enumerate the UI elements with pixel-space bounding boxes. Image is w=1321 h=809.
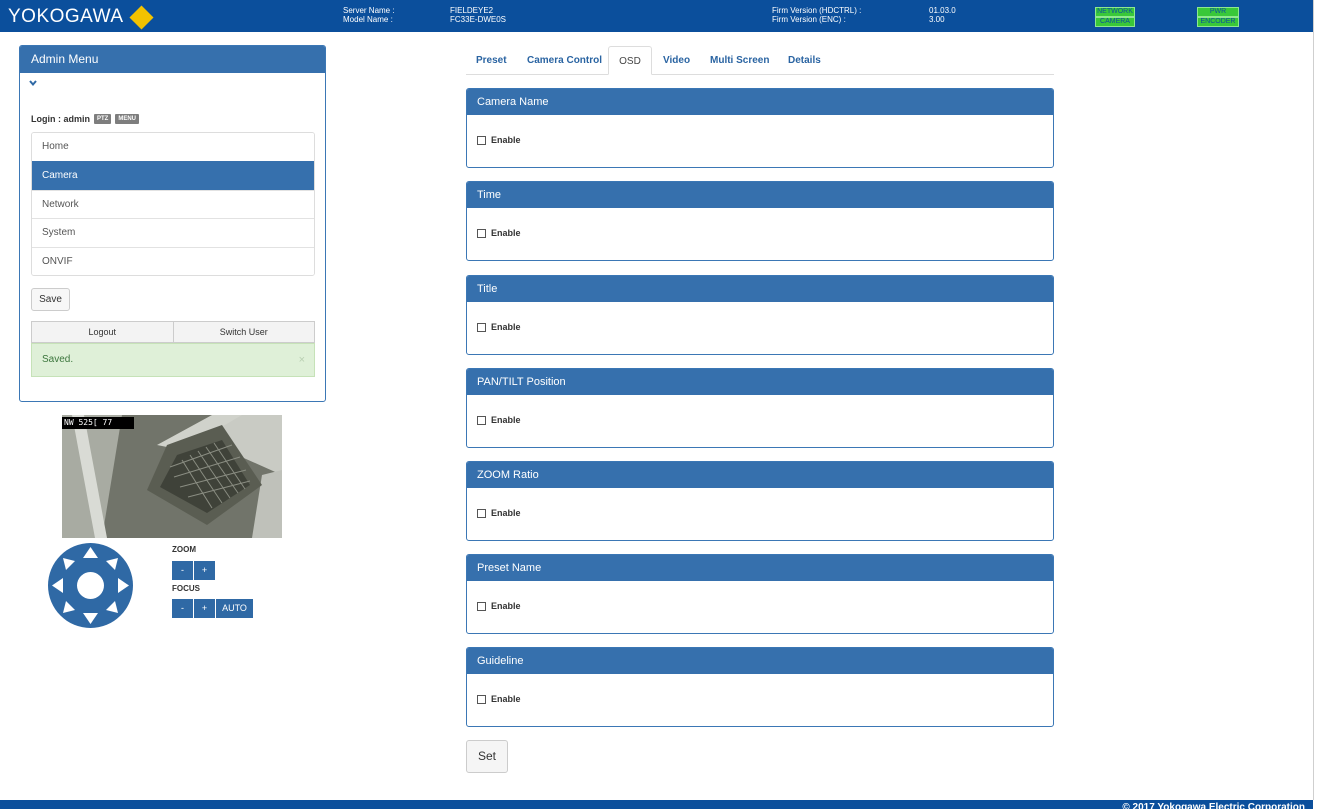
section-pan-tilt-position: PAN/TILT Position Enable — [466, 368, 1054, 448]
tab-preset[interactable]: Preset — [476, 46, 507, 75]
enable-checkbox-row[interactable]: Enable — [477, 322, 521, 332]
section-time: Time Enable — [466, 181, 1054, 261]
enable-label: Enable — [491, 228, 521, 238]
admin-save-button[interactable]: Save — [31, 288, 70, 311]
enable-checkbox[interactable] — [477, 694, 486, 704]
section-title: Guideline — [467, 648, 1053, 674]
nav-item-camera[interactable]: Camera — [32, 161, 314, 190]
alert-message: Saved. — [42, 354, 74, 365]
enable-checkbox[interactable] — [477, 322, 486, 332]
zoom-in-button[interactable]: + — [194, 561, 215, 580]
admin-nav-list: Home Camera Network System ONVIF — [31, 132, 315, 276]
enable-checkbox[interactable] — [477, 601, 486, 611]
alert-close-icon[interactable]: × — [299, 344, 305, 376]
enable-checkbox-row[interactable]: Enable — [477, 601, 521, 611]
arrow-down-icon[interactable] — [83, 613, 98, 624]
enable-checkbox-row[interactable]: Enable — [477, 508, 521, 518]
logout-button[interactable]: Logout — [31, 321, 174, 343]
enable-checkbox[interactable] — [477, 415, 486, 425]
admin-menu-title: Admin Menu — [20, 46, 325, 73]
copyright-text: © 2017 Yokogawa Electric Corporation — [1122, 802, 1305, 809]
zoom-out-button[interactable]: - — [172, 561, 193, 580]
tab-osd[interactable]: OSD — [608, 46, 652, 75]
arrow-right-icon[interactable] — [118, 578, 129, 593]
model-name-label: Model Name : — [343, 15, 393, 24]
section-title: Time — [467, 182, 1053, 208]
section-zoom-ratio: ZOOM Ratio Enable — [466, 461, 1054, 541]
status-badge-camera: CAMERA — [1095, 17, 1135, 27]
firm-enc-value: 3.00 — [929, 15, 945, 24]
status-badge-pwr: PWR — [1197, 7, 1239, 17]
ptz-mode-button[interactable]: PTZ — [94, 114, 112, 124]
enable-label: Enable — [491, 322, 521, 332]
focus-label: FOCUS — [172, 584, 200, 593]
status-badge-network: NETWORK — [1095, 7, 1135, 17]
enable-checkbox-row[interactable]: Enable — [477, 694, 521, 704]
section-title: PAN/TILT Position — [467, 369, 1053, 395]
logo-diamond-icon — [129, 4, 154, 30]
nav-item-home[interactable]: Home — [32, 133, 314, 162]
enable-label: Enable — [491, 601, 521, 611]
arrow-down-right-icon[interactable] — [106, 601, 118, 613]
arrow-down-left-icon[interactable] — [63, 601, 75, 613]
nav-item-system[interactable]: System — [32, 218, 314, 247]
enable-label: Enable — [491, 508, 521, 518]
tab-camera-control[interactable]: Camera Control — [527, 46, 602, 75]
firm-enc-label: Firm Version (ENC) : — [772, 15, 846, 24]
status-badge-encoder: ENCODER — [1197, 17, 1239, 27]
camera-settings-tabs: Preset Camera Control OSD Video Multi Sc… — [466, 46, 1054, 75]
section-title: Title — [467, 276, 1053, 302]
enable-checkbox[interactable] — [477, 508, 486, 518]
camera-live-view[interactable]: NW 525[ 77 — [62, 415, 282, 538]
arrow-left-icon[interactable] — [52, 578, 63, 593]
enable-checkbox[interactable] — [477, 228, 486, 238]
focus-near-button[interactable]: - — [172, 599, 193, 618]
section-title: ZOOM Ratio — [467, 462, 1053, 488]
account-buttons: Logout Switch User — [31, 321, 315, 343]
ptz-direction-pad[interactable] — [48, 543, 133, 628]
saved-alert: Saved. × — [31, 343, 315, 377]
nav-item-network[interactable]: Network — [32, 189, 314, 219]
camera-osd-text: NW 525[ 77 — [62, 417, 134, 429]
camera-image — [62, 415, 282, 538]
enable-checkbox[interactable] — [477, 135, 486, 145]
section-guideline: Guideline Enable — [466, 647, 1054, 727]
section-title-osd: Title Enable — [466, 275, 1054, 355]
chevron-down-icon[interactable] — [29, 79, 37, 87]
tab-video[interactable]: Video — [663, 46, 690, 75]
arrow-up-right-icon[interactable] — [106, 558, 118, 570]
enable-checkbox-row[interactable]: Enable — [477, 228, 521, 238]
enable-label: Enable — [491, 135, 521, 145]
set-button[interactable]: Set — [466, 740, 508, 773]
enable-label: Enable — [491, 694, 521, 704]
focus-auto-button[interactable]: AUTO — [216, 599, 253, 618]
nav-item-onvif[interactable]: ONVIF — [32, 246, 314, 275]
section-title: Camera Name — [467, 89, 1053, 115]
switch-user-button[interactable]: Switch User — [173, 321, 315, 343]
enable-checkbox-row[interactable]: Enable — [477, 135, 521, 145]
enable-checkbox-row[interactable]: Enable — [477, 415, 521, 425]
tab-multi-screen[interactable]: Multi Screen — [710, 46, 769, 75]
section-preset-name: Preset Name Enable — [466, 554, 1054, 634]
focus-far-button[interactable]: + — [194, 599, 215, 618]
arrow-up-icon[interactable] — [83, 547, 98, 558]
tab-details[interactable]: Details — [788, 46, 821, 75]
zoom-label: ZOOM — [172, 545, 196, 554]
yokogawa-logo: YOKOGAWA — [8, 4, 154, 30]
admin-menu-panel: Admin Menu Login : admin PTZ MENU Home C… — [19, 45, 326, 402]
menu-mode-button[interactable]: MENU — [115, 114, 140, 124]
top-header: YOKOGAWA Server Name : Model Name : FIEL… — [0, 0, 1313, 32]
right-edge-divider — [1313, 0, 1314, 800]
model-name-value: FC33E-DWE0S — [450, 15, 507, 24]
section-title: Preset Name — [467, 555, 1053, 581]
arrow-up-left-icon[interactable] — [63, 558, 75, 570]
logo-text: YOKOGAWA — [8, 6, 124, 27]
login-label: Login : admin — [31, 114, 90, 124]
login-info: Login : admin PTZ MENU — [31, 114, 140, 124]
footer: © 2017 Yokogawa Electric Corporation — [0, 800, 1313, 809]
ptz-home-button[interactable] — [77, 572, 104, 599]
section-camera-name: Camera Name Enable — [466, 88, 1054, 168]
enable-label: Enable — [491, 415, 521, 425]
